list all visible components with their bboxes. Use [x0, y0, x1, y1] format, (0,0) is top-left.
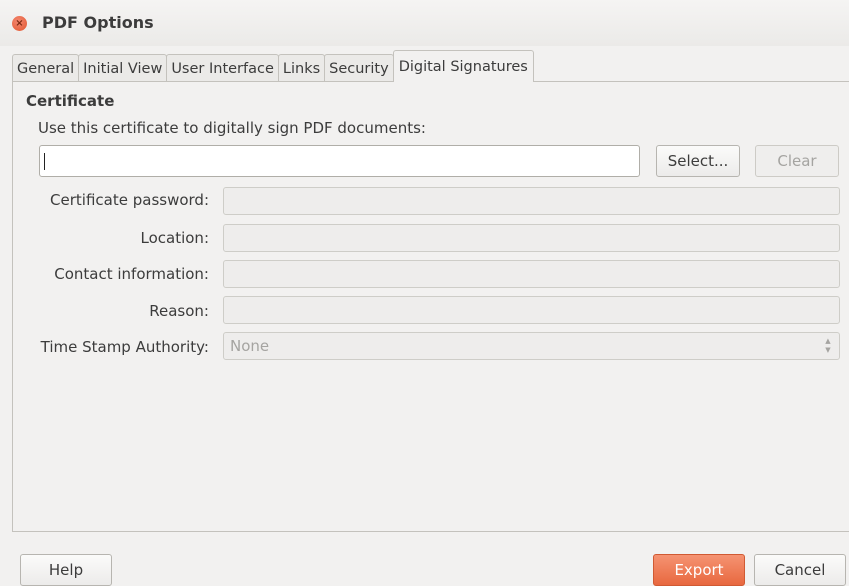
tab-initial-view[interactable]: Initial View	[78, 54, 168, 82]
tab-security[interactable]: Security	[324, 54, 394, 82]
time-stamp-authority-label: Time Stamp Authority:	[40, 338, 209, 356]
reason-field[interactable]	[223, 296, 840, 324]
time-stamp-authority-value: None	[230, 337, 270, 355]
contact-information-label: Contact information:	[54, 265, 209, 283]
tab-digital-signatures[interactable]: Digital Signatures	[392, 50, 534, 82]
tab-links[interactable]: Links	[277, 54, 326, 82]
tab-bar: General Initial View User Interface Link…	[12, 50, 534, 82]
tab-user-interface[interactable]: User Interface	[166, 54, 279, 82]
location-label: Location:	[140, 229, 210, 247]
tab-general[interactable]: General	[12, 54, 80, 82]
cancel-button[interactable]: Cancel	[754, 554, 846, 586]
help-button[interactable]: Help	[20, 554, 112, 586]
text-caret	[44, 153, 45, 170]
title-bar: × PDF Options	[0, 0, 849, 46]
spin-arrows-icon[interactable]: ▲ ▼	[823, 337, 833, 355]
certificate-password-field[interactable]	[223, 187, 840, 215]
time-stamp-authority-select[interactable]: None ▲ ▼	[223, 332, 840, 360]
export-button[interactable]: Export	[653, 554, 745, 586]
close-icon[interactable]: ×	[12, 16, 27, 31]
location-field[interactable]	[223, 224, 840, 252]
reason-label: Reason:	[149, 302, 209, 320]
select-certificate-button[interactable]: Select...	[656, 145, 740, 177]
contact-information-field[interactable]	[223, 260, 840, 288]
certificate-input[interactable]	[39, 145, 640, 177]
window-title: PDF Options	[42, 13, 154, 32]
certificate-password-label: Certificate password:	[50, 191, 209, 209]
certificate-description: Use this certificate to digitally sign P…	[38, 119, 426, 137]
clear-certificate-button[interactable]: Clear	[755, 145, 839, 177]
certificate-section-title: Certificate	[26, 92, 115, 110]
